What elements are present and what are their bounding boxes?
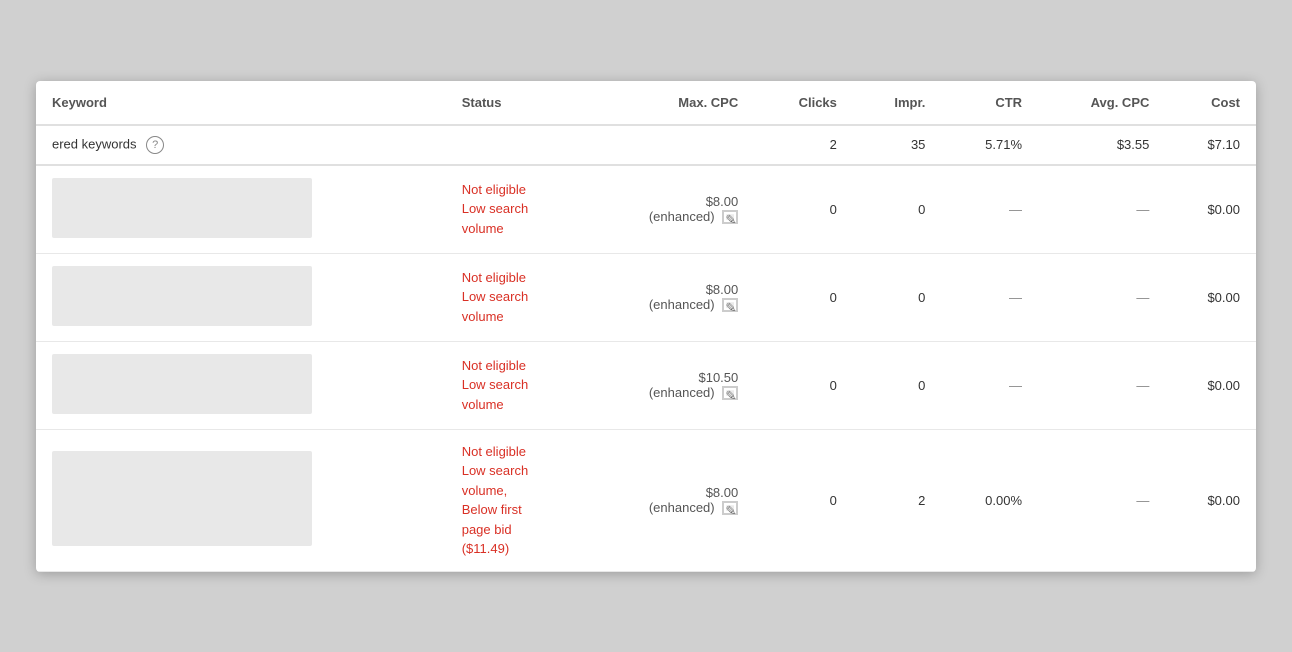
avg-cpc-cell: — <box>1038 429 1165 571</box>
impr-cell: 2 <box>853 429 942 571</box>
edit-cpc-icon[interactable]: ✎ <box>722 386 738 400</box>
summary-ctr: 5.71% <box>941 125 1038 165</box>
col-keyword: Keyword <box>36 81 446 125</box>
table-header-row: Keyword Status Max. CPC Clicks Impr. CTR… <box>36 81 1256 125</box>
table-row: Not eligible Low search volume $8.00 (en… <box>36 165 1256 254</box>
keyword-placeholder-box <box>52 354 312 414</box>
cost-cell: $0.00 <box>1165 253 1256 341</box>
cost-cell: $0.00 <box>1165 429 1256 571</box>
clicks-cell: 0 <box>754 253 853 341</box>
ctr-cell: — <box>941 253 1038 341</box>
status-cell: Not eligible Low search volume <box>446 253 584 341</box>
cost-cell: $0.00 <box>1165 341 1256 429</box>
clicks-cell: 0 <box>754 341 853 429</box>
clicks-cell: 0 <box>754 429 853 571</box>
summary-clicks: 2 <box>754 125 853 165</box>
keyword-cell <box>36 429 446 571</box>
keyword-cell <box>36 253 446 341</box>
impr-cell: 0 <box>853 165 942 254</box>
summary-avg-cpc: $3.55 <box>1038 125 1165 165</box>
avg-cpc-cell: — <box>1038 165 1165 254</box>
main-card: Keyword Status Max. CPC Clicks Impr. CTR… <box>36 81 1256 572</box>
keyword-cell <box>36 165 446 254</box>
status-text: Not eligible Low search volume <box>462 268 568 327</box>
max-cpc-cell: $8.00 (enhanced) ✎ <box>584 165 754 254</box>
impr-cell: 0 <box>853 341 942 429</box>
keyword-cell <box>36 341 446 429</box>
ctr-cell: 0.00% <box>941 429 1038 571</box>
keyword-placeholder-box <box>52 266 312 326</box>
max-cpc-cell: $10.50 (enhanced) ✎ <box>584 341 754 429</box>
status-cell: Not eligible Low search volume <box>446 165 584 254</box>
status-text: Not eligible Low search volume <box>462 356 568 415</box>
ctr-cell: — <box>941 165 1038 254</box>
col-impr: Impr. <box>853 81 942 125</box>
keyword-placeholder-box <box>52 451 312 546</box>
status-cell: Not eligible Low search volume <box>446 341 584 429</box>
table-row: Not eligible Low search volume, Below fi… <box>36 429 1256 571</box>
edit-cpc-icon[interactable]: ✎ <box>722 501 738 515</box>
edit-cpc-icon[interactable]: ✎ <box>722 298 738 312</box>
summary-keyword-label: ered keywords ? <box>36 125 446 165</box>
edit-cpc-icon[interactable]: ✎ <box>722 210 738 224</box>
summary-status <box>446 125 584 165</box>
col-clicks: Clicks <box>754 81 853 125</box>
status-text: Not eligible Low search volume, Below fi… <box>462 442 568 559</box>
avg-cpc-cell: — <box>1038 253 1165 341</box>
col-avg-cpc: Avg. CPC <box>1038 81 1165 125</box>
keyword-placeholder-box <box>52 178 312 238</box>
help-icon[interactable]: ? <box>146 136 164 154</box>
avg-cpc-cell: — <box>1038 341 1165 429</box>
summary-impr: 35 <box>853 125 942 165</box>
status-cell: Not eligible Low search volume, Below fi… <box>446 429 584 571</box>
table-row: Not eligible Low search volume $8.00 (en… <box>36 253 1256 341</box>
impr-cell: 0 <box>853 253 942 341</box>
keywords-table: Keyword Status Max. CPC Clicks Impr. CTR… <box>36 81 1256 572</box>
status-text: Not eligible Low search volume <box>462 180 568 239</box>
col-ctr: CTR <box>941 81 1038 125</box>
summary-max-cpc <box>584 125 754 165</box>
summary-cost: $7.10 <box>1165 125 1256 165</box>
col-cost: Cost <box>1165 81 1256 125</box>
table-row: Not eligible Low search volume $10.50 (e… <box>36 341 1256 429</box>
col-max-cpc: Max. CPC <box>584 81 754 125</box>
clicks-cell: 0 <box>754 165 853 254</box>
summary-row: ered keywords ? 2 35 5.71% $3.55 $7.10 <box>36 125 1256 165</box>
max-cpc-cell: $8.00 (enhanced) ✎ <box>584 429 754 571</box>
cost-cell: $0.00 <box>1165 165 1256 254</box>
ctr-cell: — <box>941 341 1038 429</box>
max-cpc-cell: $8.00 (enhanced) ✎ <box>584 253 754 341</box>
col-status: Status <box>446 81 584 125</box>
